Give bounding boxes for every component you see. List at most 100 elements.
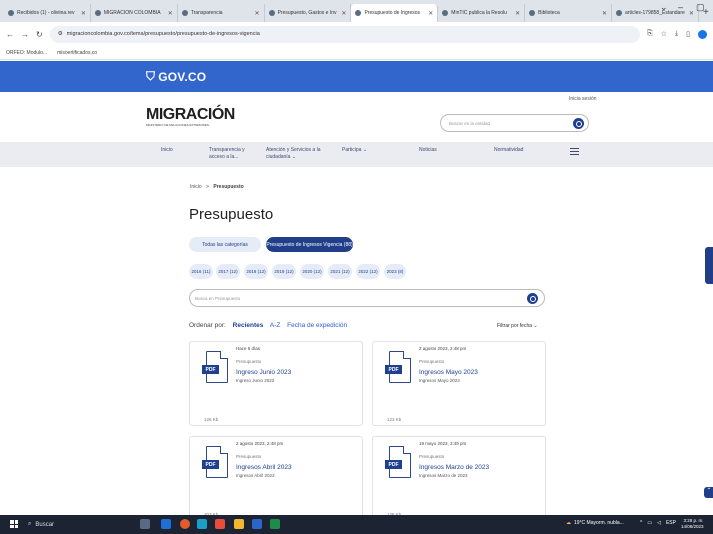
close-icon[interactable]: ✕: [515, 10, 520, 17]
nav-item-transparencia[interactable]: Transparencia y acceso a la...: [209, 147, 249, 161]
document-card[interactable]: PDF Hace 5 días Presupuesto Ingreso Juni…: [189, 341, 363, 426]
volume-icon[interactable]: ◁: [657, 520, 661, 526]
content-search-input[interactable]: Busca en Presupuesto: [189, 289, 545, 307]
tab-favicon-icon: [616, 10, 623, 16]
star-icon[interactable]: ☆: [661, 30, 667, 38]
main-nav: Inicio Transparencia y acceso a la... At…: [0, 142, 713, 167]
taskbar-search[interactable]: ⌕ Buscar: [28, 518, 116, 531]
chevron-down-icon[interactable]: ⌄: [660, 2, 668, 13]
close-icon[interactable]: ✕: [689, 10, 694, 17]
file-explorer-icon[interactable]: [234, 519, 244, 529]
bookmark-item[interactable]: ORFEO: Modulo...: [6, 50, 47, 56]
browser-tab[interactable]: MinTIC publica la Resolu ✕: [438, 4, 526, 22]
year-chip[interactable]: 2022 (12): [356, 264, 380, 279]
card-title[interactable]: Ingreso Junio 2023: [236, 369, 291, 376]
migracion-logo[interactable]: MIGRACIÓN MINISTERIO DE RELACIONES EXTER…: [146, 106, 235, 127]
sort-option-date[interactable]: Fecha de expedición: [287, 322, 347, 329]
card-title[interactable]: Ingresos Marzo de 2023: [419, 464, 489, 471]
card-category: Presupuesto: [236, 454, 262, 459]
site-info-icon[interactable]: ⚙: [58, 31, 63, 37]
edge-icon[interactable]: [197, 519, 207, 529]
year-chip[interactable]: 2023 (8): [384, 264, 406, 279]
chevron-up-icon[interactable]: ^: [640, 520, 642, 526]
chrome-icon[interactable]: [180, 519, 190, 529]
bookmark-item[interactable]: misoertificados.co: [57, 50, 97, 56]
clock[interactable]: 3:28 p. m. 14/08/2023: [681, 518, 704, 530]
close-icon[interactable]: ✕: [168, 10, 173, 17]
close-icon[interactable]: ✕: [255, 10, 260, 17]
tab-favicon-icon: [442, 10, 449, 16]
browser-tab[interactable]: articles-179858_Estandare ✕: [612, 4, 699, 22]
sort-option-az[interactable]: A-Z: [270, 322, 280, 329]
back-icon[interactable]: ←: [6, 30, 14, 39]
browser-tab[interactable]: Transparencia ✕: [178, 4, 265, 22]
tab-label: Biblioteca: [538, 10, 560, 16]
site-search-input[interactable]: Buscar en la entidad: [440, 114, 589, 132]
search-icon[interactable]: [573, 118, 584, 129]
year-chip[interactable]: 2017 (12): [216, 264, 240, 279]
bookmarks-bar: ORFEO: Modulo... misoertificados.co: [0, 46, 713, 60]
card-date: Hace 5 días: [236, 346, 261, 351]
menu-icon[interactable]: [570, 148, 579, 155]
browser-tab[interactable]: Presupuesto, Gastos e Inv ✕: [265, 4, 352, 22]
outlook-icon[interactable]: [161, 519, 171, 529]
site-search-placeholder: Buscar en la entidad: [449, 120, 491, 126]
gov-logo-text: GOV.CO: [158, 69, 207, 84]
login-link[interactable]: Inicia sesión: [569, 96, 597, 102]
close-icon[interactable]: ✕: [428, 10, 433, 17]
document-card[interactable]: PDF 2 agosto 2023, 2:48 pm Presupuesto I…: [189, 436, 363, 521]
windows-start-icon[interactable]: [10, 520, 18, 528]
network-icon[interactable]: ▭: [647, 520, 652, 526]
nav-item-atencion[interactable]: Atención y Servicios a la ciudadanía ⌄: [266, 147, 336, 161]
breadcrumb-home[interactable]: Inicio: [190, 184, 202, 190]
minimize-icon[interactable]: –: [678, 2, 683, 12]
sort-label: Ordenar por:: [189, 322, 226, 329]
scroll-to-top-icon[interactable]: ⌃: [704, 487, 713, 498]
category-chip-all[interactable]: Todas las categorías: [189, 237, 261, 252]
maximize-icon[interactable]: ▢: [696, 2, 705, 13]
year-chip[interactable]: 2021 (12): [328, 264, 352, 279]
category-chip-active[interactable]: Presupuesto de Ingresos Vigencia (88): [266, 237, 353, 252]
browser-tab[interactable]: Biblioteca ✕: [525, 4, 613, 22]
weather-widget[interactable]: ☁ 19°C Mayorm. nubla...: [566, 520, 624, 526]
task-view-icon[interactable]: [140, 519, 150, 529]
reload-icon[interactable]: ↻: [36, 30, 43, 39]
nav-item-normatividad[interactable]: Normatividad: [494, 147, 523, 154]
card-date: 2 agosto 2023, 2:48 pm: [236, 441, 284, 446]
year-chip[interactable]: 2019 (12): [272, 264, 296, 279]
document-card[interactable]: PDF 2 agosto 2023, 2:48 pm Presupuesto I…: [372, 341, 546, 426]
year-chip[interactable]: 2018 (12): [244, 264, 268, 279]
browser-tab-active[interactable]: Presupuesto de Ingresos ✕: [351, 4, 439, 22]
nav-item-noticias[interactable]: Noticias: [419, 147, 437, 154]
gov-logo[interactable]: ⛉ GOV.CO: [146, 69, 206, 84]
close-icon[interactable]: ✕: [341, 10, 346, 17]
tab-label: Presupuesto de Ingresos: [364, 10, 421, 16]
browser-tab[interactable]: Recibidos (1) - oliviina.rev ✕: [4, 4, 91, 22]
nav-item-inicio[interactable]: Inicio: [161, 147, 173, 154]
close-icon[interactable]: ✕: [81, 10, 86, 17]
year-chip[interactable]: 2020 (12): [300, 264, 324, 279]
language-indicator[interactable]: ESP: [666, 520, 676, 526]
sort-option-recent[interactable]: Recientes: [233, 322, 264, 329]
logo-text: MIGRACIÓN: [146, 106, 235, 123]
breadcrumb: Inicio > Presupuesto: [190, 184, 244, 190]
sidebar-icon[interactable]: ▯: [686, 30, 690, 38]
forward-icon[interactable]: →: [21, 30, 29, 39]
filter-by-date-dropdown[interactable]: Filtrar por fecha ⌄: [497, 323, 538, 329]
word-icon[interactable]: [252, 519, 262, 529]
share-icon[interactable]: ⎘: [647, 30, 653, 38]
document-card[interactable]: PDF 19 mayo 2023, 3:49 pm Presupuesto In…: [372, 436, 546, 521]
nav-item-participa[interactable]: Participa ⌄: [342, 147, 367, 154]
profile-avatar-icon[interactable]: [698, 29, 707, 39]
card-title[interactable]: Ingresos Mayo 2023: [419, 369, 478, 376]
excel-icon[interactable]: [270, 519, 280, 529]
browser-tab[interactable]: MIGRACIÓN COLOMBIA ✕: [91, 4, 178, 22]
accessibility-toolbar[interactable]: [705, 247, 713, 284]
year-chip[interactable]: 2016 (11): [189, 264, 213, 279]
close-icon[interactable]: ✕: [602, 10, 607, 17]
card-title[interactable]: Ingresos Abril 2023: [236, 464, 292, 471]
download-icon[interactable]: ⤓: [675, 30, 678, 38]
search-icon[interactable]: [527, 293, 538, 304]
url-input[interactable]: ⚙ migracioncolombia.gov.co/tema/presupues…: [49, 25, 641, 43]
app-icon[interactable]: [215, 519, 225, 529]
